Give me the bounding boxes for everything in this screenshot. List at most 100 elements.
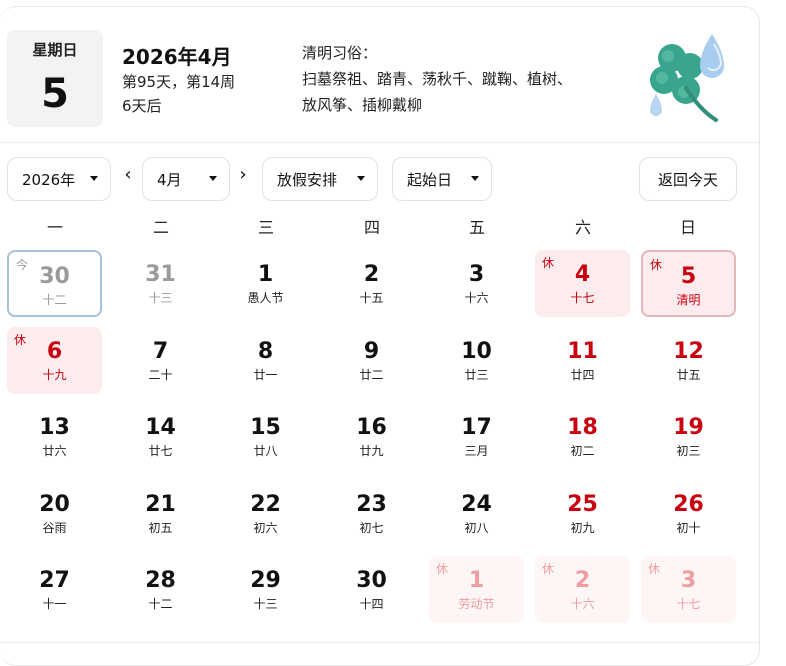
weekday-header: 六 [574, 218, 591, 237]
custom-title: 清明习俗： [302, 44, 378, 62]
day-number: 22 [250, 492, 281, 517]
day-number: 4 [574, 262, 591, 287]
day-cell[interactable]: 10 廿三 [429, 327, 524, 394]
lunar-date: 廿六 [42, 444, 67, 458]
day-cell[interactable]: 18 初二 [535, 403, 630, 470]
day-cell[interactable]: 25 初九 [535, 480, 630, 547]
day-number: 15 [250, 415, 281, 440]
lunar-date: 初八 [464, 521, 489, 535]
day-cell[interactable]: 15 廿八 [218, 403, 313, 470]
day-cell[interactable]: 12 廿五 [641, 327, 736, 394]
lunar-date: 廿五 [676, 368, 701, 382]
lunar-date: 初九 [570, 521, 595, 535]
day-number: 3 [680, 568, 697, 593]
day-number: 31 [145, 262, 176, 287]
start-day-select-label: 起始日 [407, 170, 453, 189]
day-cell[interactable]: 30 十四 [324, 556, 419, 623]
day-number: 21 [145, 492, 176, 517]
day-cell[interactable]: 2 十五 [324, 250, 419, 317]
day-number: 30 [356, 568, 387, 593]
lunar-date: 廿二 [359, 368, 384, 382]
custom-text: 扫墓祭祖、踏青、荡秋千、蹴鞠、植树、放风筝、插柳戴柳 [302, 70, 573, 114]
day-number: 12 [673, 339, 704, 364]
day-cell[interactable]: 14 廿七 [113, 403, 208, 470]
lunar-date: 二十 [148, 368, 173, 382]
day-number: 10 [461, 339, 492, 364]
day-cell[interactable]: 29 十三 [218, 556, 313, 623]
day-cell[interactable]: 27 十一 [7, 556, 102, 623]
day-number: 28 [145, 568, 176, 593]
month-select[interactable]: 4月 [142, 157, 230, 201]
day-cell[interactable]: 7 二十 [113, 327, 208, 394]
day-number: 24 [461, 492, 492, 517]
day-cell[interactable]: 休 4 十七 [535, 250, 630, 317]
day-cell[interactable]: 13 廿六 [7, 403, 102, 470]
day-cell[interactable]: 21 初五 [113, 480, 208, 547]
lunar-date: 廿七 [148, 444, 173, 458]
day-cell[interactable]: 26 初十 [641, 480, 736, 547]
lunar-date: 廿四 [570, 368, 595, 382]
day-number: 17 [461, 415, 492, 440]
day-cell[interactable]: 17 三月 [429, 403, 524, 470]
day-number: 2 [574, 568, 591, 593]
day-number: 25 [567, 492, 598, 517]
day-cell[interactable]: 16 廿九 [324, 403, 419, 470]
lunar-date: 十三 [253, 597, 278, 611]
day-cell[interactable]: 休 3 十七 [641, 556, 736, 623]
caret-down-icon [90, 176, 98, 181]
day-cell[interactable]: 20 谷雨 [7, 480, 102, 547]
day-cell[interactable]: 8 廿一 [218, 327, 313, 394]
weekday-header: 一 [46, 218, 63, 237]
day-cell[interactable]: 3 十六 [429, 250, 524, 317]
today-button-label: 返回今天 [657, 170, 718, 189]
holiday-select-label: 放假安排 [277, 170, 338, 189]
lunar-date: 清明 [676, 293, 701, 307]
day-number: 23 [356, 492, 387, 517]
prev-month-arrow[interactable]: ‹ [120, 164, 136, 185]
lunar-date: 十六 [464, 291, 489, 305]
day-cell[interactable]: 1 愚人节 [218, 250, 313, 317]
day-number: 14 [145, 415, 176, 440]
year-select[interactable]: 2026年 [7, 157, 111, 201]
lunar-date: 初六 [253, 521, 278, 535]
day-cell[interactable]: 31 十三 [113, 250, 208, 317]
day-number: 20 [39, 492, 70, 517]
day-cell[interactable]: 28 十二 [113, 556, 208, 623]
weekday-header: 日 [679, 218, 696, 237]
day-number: 1 [257, 262, 274, 287]
today-button[interactable]: 返回今天 [639, 157, 737, 201]
day-cell[interactable]: 休 6 十九 [7, 327, 102, 394]
caret-down-icon [357, 176, 365, 181]
lunar-date: 初十 [676, 521, 701, 535]
weekday-label: 星期日 [32, 41, 78, 59]
day-cell[interactable]: 23 初七 [324, 480, 419, 547]
lunar-date: 十七 [676, 597, 701, 611]
day-number: 18 [567, 415, 598, 440]
day-number: 5 [680, 264, 697, 289]
day-cell[interactable]: 19 初三 [641, 403, 736, 470]
weekday-day-number: 5 [41, 71, 69, 117]
day-cell[interactable]: 休 2 十六 [535, 556, 630, 623]
lunar-date: 十九 [42, 368, 67, 382]
day-cell[interactable]: 今 30 十二 [7, 250, 102, 317]
lunar-date: 十二 [42, 293, 67, 307]
weekday-header: 五 [468, 218, 485, 237]
lunar-date: 愚人节 [247, 291, 284, 305]
start-day-select[interactable]: 起始日 [392, 157, 492, 201]
holiday-select[interactable]: 放假安排 [262, 157, 378, 201]
weekday-box: 星期日 5 [7, 30, 103, 127]
day-cell[interactable]: 22 初六 [218, 480, 313, 547]
day-number: 2 [363, 262, 380, 287]
day-cell[interactable]: 24 初八 [429, 480, 524, 547]
day-cell[interactable]: 休 5 清明 [641, 250, 736, 317]
lunar-date: 十七 [570, 291, 595, 305]
day-cell[interactable]: 11 廿四 [535, 327, 630, 394]
next-month-arrow[interactable]: › [235, 164, 251, 185]
day-cell[interactable]: 休 1 劳动节 [429, 556, 524, 623]
day-number: 8 [257, 339, 274, 364]
day-cell[interactable]: 9 廿二 [324, 327, 419, 394]
caret-down-icon [471, 176, 479, 181]
day-number: 26 [673, 492, 704, 517]
day-number: 29 [250, 568, 281, 593]
lunar-date: 十六 [570, 597, 595, 611]
